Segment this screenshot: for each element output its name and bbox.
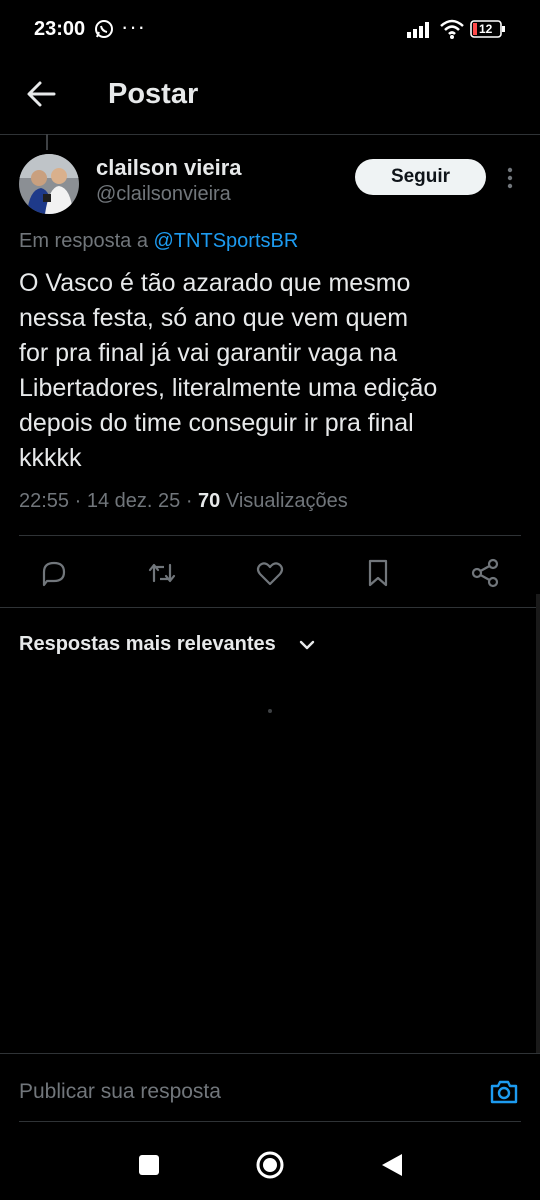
more-vertical-icon[interactable] <box>500 164 520 192</box>
notification-more-icon: ··· <box>121 14 146 39</box>
loading-indicator <box>268 709 272 713</box>
reply-mention-link[interactable]: @TNTSportsBR <box>154 230 299 252</box>
signal-icon <box>407 22 429 38</box>
wifi-icon <box>440 19 464 39</box>
follow-button[interactable]: Seguir <box>355 159 486 195</box>
divider <box>0 1053 540 1054</box>
views-count[interactable]: 70 <box>198 490 220 512</box>
whatsapp-icon <box>95 20 113 38</box>
post-text: O Vasco é tão azarado que mesmo nessa fe… <box>19 266 514 476</box>
arrow-left-icon[interactable] <box>26 80 56 108</box>
author-handle[interactable]: @clailsonvieira <box>96 183 231 206</box>
divider <box>0 607 540 608</box>
chevron-down-icon[interactable] <box>297 636 317 654</box>
camera-icon[interactable] <box>488 1076 520 1108</box>
status-time: 23:00 <box>34 18 86 40</box>
post-text-line: nessa festa, só ano que vem quem <box>19 304 409 332</box>
post-text-line: kkkkk <box>19 444 82 472</box>
reply-input[interactable]: Publicar sua resposta <box>19 1080 221 1104</box>
views-label[interactable]: Visualizações <box>226 490 348 512</box>
avatar[interactable] <box>19 154 79 214</box>
post-time: 22:55 <box>19 490 70 512</box>
back-nav-icon[interactable] <box>380 1152 404 1178</box>
top-bar <box>0 62 540 132</box>
divider <box>0 134 540 135</box>
author-name[interactable]: clailson vieira <box>96 155 242 181</box>
reply-context: Em resposta a @TNTSportsBR <box>19 230 298 253</box>
post-text-line: for pra final já vai garantir vaga na <box>19 339 397 367</box>
thread-line <box>46 134 48 150</box>
bookmark-icon[interactable] <box>362 557 394 589</box>
replies-sort-label[interactable]: Respostas mais relevantes <box>19 633 276 656</box>
repost-icon[interactable] <box>146 557 178 589</box>
reply-prefix: Em resposta a <box>19 230 148 252</box>
divider <box>19 1121 521 1122</box>
system-nav-bar <box>0 1124 540 1200</box>
status-bar: 23:00 ··· 12 <box>0 0 540 60</box>
reply-icon[interactable] <box>38 557 70 589</box>
share-icon[interactable] <box>469 557 501 589</box>
recents-icon[interactable] <box>138 1154 160 1176</box>
page-title: Postar <box>108 78 199 110</box>
scrollbar[interactable] <box>536 594 540 1054</box>
battery-icon: 12 <box>470 20 506 38</box>
post-text-line: Libertadores, literalmente uma edição <box>19 374 438 402</box>
heart-icon[interactable] <box>254 557 286 589</box>
post-text-line: depois do time conseguir ir pra final <box>19 409 414 437</box>
home-icon[interactable] <box>255 1150 285 1180</box>
battery-level: 12 <box>479 22 493 36</box>
post-text-line: O Vasco é tão azarado que mesmo <box>19 269 411 297</box>
post-meta: 22:55 · 14 dez. 25 · 70 Visualizações <box>19 490 348 512</box>
divider <box>19 535 521 536</box>
post-date: 14 dez. 25 <box>86 490 181 512</box>
